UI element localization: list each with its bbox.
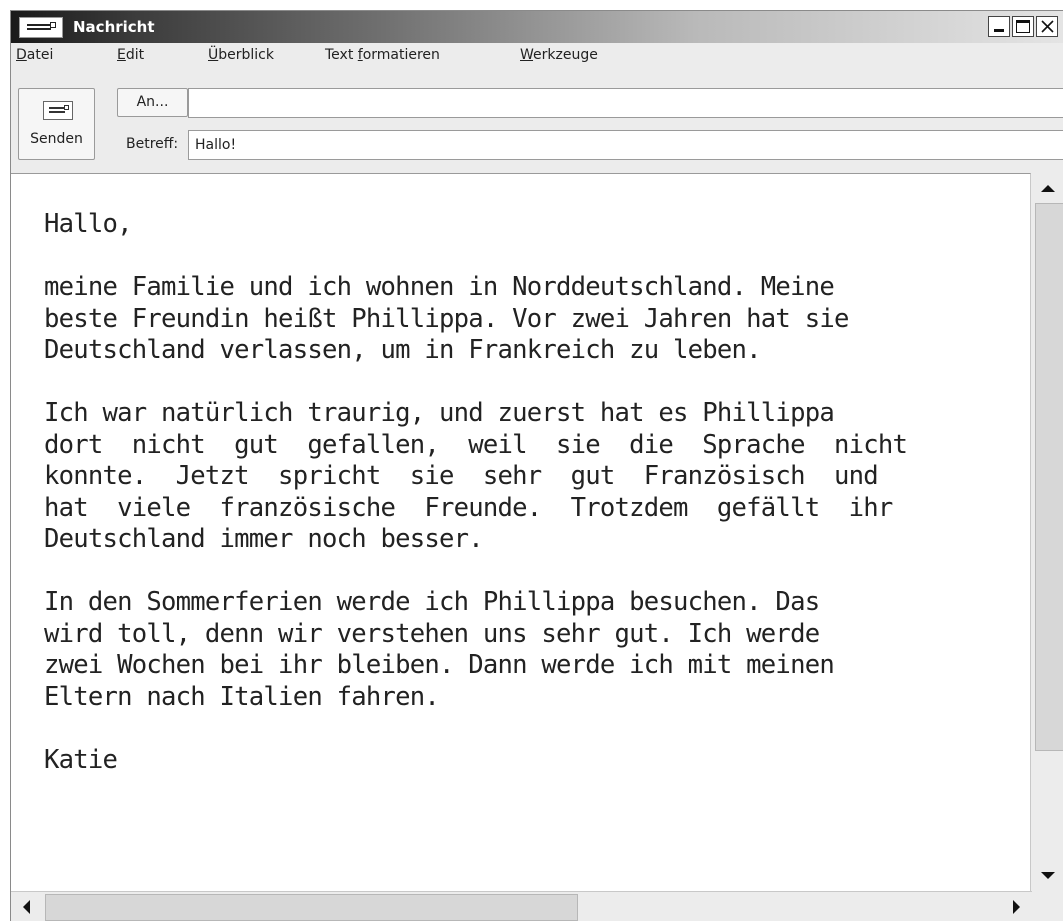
maximize-icon[interactable] — [1012, 16, 1034, 37]
subject-label: Betreff: — [126, 136, 179, 152]
close-icon[interactable] — [1036, 16, 1058, 37]
vertical-scrollbar[interactable] — [1032, 173, 1063, 891]
window-title: Nachricht — [73, 18, 155, 36]
send-button-label: Senden — [30, 131, 83, 147]
send-button[interactable]: Senden — [18, 88, 95, 160]
subject-field[interactable]: Hallo! — [188, 130, 1063, 160]
horizontal-scrollbar[interactable] — [11, 891, 1032, 921]
message-body-text: Hallo, meine Familie und ich wohnen in N… — [44, 209, 908, 775]
scroll-left-icon[interactable] — [11, 892, 43, 921]
scroll-right-icon[interactable] — [1000, 892, 1032, 921]
minimize-icon[interactable] — [988, 16, 1010, 37]
title-bar[interactable]: Nachricht — [11, 11, 1063, 43]
menu-werkzeuge[interactable]: Werkzeuge — [520, 47, 598, 63]
message-window: Nachricht Datei Edit Überblick Text form… — [10, 10, 1063, 921]
to-field[interactable] — [188, 88, 1063, 118]
message-body-editor[interactable]: Hallo, meine Familie und ich wohnen in N… — [11, 173, 1031, 891]
envelope-icon — [19, 17, 63, 38]
envelope-icon — [43, 101, 73, 120]
to-button[interactable]: An... — [117, 88, 188, 117]
menu-datei[interactable]: Datei — [16, 47, 53, 63]
menu-ueberblick[interactable]: Überblick — [208, 47, 274, 63]
scroll-down-icon[interactable] — [1032, 863, 1063, 891]
vertical-scroll-thumb[interactable] — [1035, 203, 1063, 751]
scrollbar-corner — [1032, 891, 1063, 921]
horizontal-scroll-thumb[interactable] — [45, 894, 578, 921]
menu-bar: Datei Edit Überblick Text formatieren We… — [11, 43, 1063, 67]
menu-edit[interactable]: Edit — [117, 47, 144, 63]
scroll-up-icon[interactable] — [1032, 173, 1063, 201]
menu-text-formatieren[interactable]: Text formatieren — [325, 47, 440, 63]
